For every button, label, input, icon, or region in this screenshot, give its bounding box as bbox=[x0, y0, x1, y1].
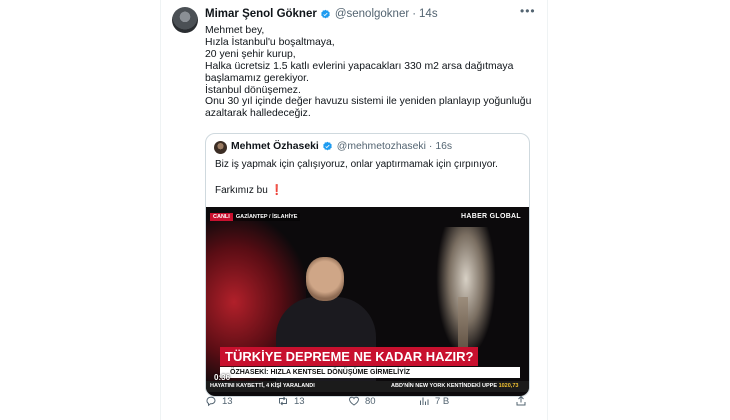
separator-dot: · bbox=[412, 8, 417, 20]
ticker-left-text: HAYATINI KAYBETTİ, 4 KİŞİ YARALANDI bbox=[210, 383, 315, 389]
news-subheadline: ÖZHASEKİ: HIZLA KENTSEL DÖNÜŞÜME GİRMELİ… bbox=[220, 367, 520, 378]
author-handle[interactable]: @senolgokner bbox=[335, 8, 409, 20]
quoted-author-name: Mehmet Özhaseki bbox=[231, 141, 319, 152]
tweet-line: başlamamız gerekiyor. bbox=[205, 72, 309, 84]
ticker-value: 1020,73 bbox=[498, 383, 519, 389]
quoted-tweet-header: Mehmet Özhaseki @mehmetozhaseki · 16s bbox=[231, 141, 452, 152]
views-chart-icon bbox=[420, 397, 429, 405]
like-count: 80 bbox=[365, 395, 376, 407]
tweet-line: Onu 30 yıl içinde değer havuzu sistemi i… bbox=[205, 96, 532, 108]
tweet-line: azaltarak halledeceğiz. bbox=[205, 108, 311, 120]
quoted-tweet[interactable]: Mehmet Özhaseki @mehmetozhaseki · 16s Bi… bbox=[205, 133, 530, 397]
ticker-right-text: ABD'NİN NEW YORK KENTİNDEKİ UPPE bbox=[391, 383, 498, 389]
retweet-count: 13 bbox=[294, 395, 305, 407]
reply-icon bbox=[206, 396, 216, 407]
retweet-icon bbox=[279, 396, 287, 406]
share-button[interactable] bbox=[515, 395, 532, 407]
views-button[interactable]: 7 B bbox=[418, 395, 449, 407]
live-label: CANLI bbox=[210, 213, 233, 221]
location-label: GAZİANTEP / İSLAHİYE bbox=[232, 213, 301, 221]
tweet-time[interactable]: 14s bbox=[419, 8, 438, 20]
author-avatar[interactable] bbox=[172, 7, 198, 33]
ticker-right: ABD'NİN NEW YORK KENTİNDEKİ UPPE 1020,73 bbox=[391, 383, 518, 389]
quoted-tweet-time: 16s bbox=[435, 141, 453, 152]
verified-badge-icon bbox=[322, 141, 332, 151]
tweet-line: Mehmet bey, bbox=[205, 25, 265, 36]
video-player[interactable]: CANLI GAZİANTEP / İSLAHİYE HABER GLOBAL … bbox=[206, 207, 529, 396]
quoted-author-avatar bbox=[214, 141, 227, 154]
tweet-line: Halka ücretsiz 1.5 katlı evlerini yapaca… bbox=[205, 60, 514, 72]
more-options-icon[interactable]: ••• bbox=[520, 4, 536, 18]
channel-logo: HABER GLOBAL bbox=[461, 213, 521, 220]
reply-button[interactable]: 13 bbox=[205, 395, 233, 407]
news-headline: TÜRKİYE DEPREME NE KADAR HAZIR? bbox=[220, 347, 479, 366]
share-icon bbox=[516, 395, 526, 406]
exclamation-emoji-icon: ❗ bbox=[270, 185, 284, 196]
video-timecode: 0:36 bbox=[214, 373, 231, 382]
quoted-author-handle: @mehmetozhaseki bbox=[336, 141, 426, 152]
speaker-head bbox=[306, 257, 344, 301]
news-ticker: HAYATINI KAYBETTİ, 4 KİŞİ YARALANDI ABD'… bbox=[206, 381, 529, 392]
tweet-line: İstanbul dönüşemez. bbox=[205, 84, 301, 96]
quoted-tweet-text-2-label: Farkımız bu bbox=[215, 185, 268, 196]
quoted-tweet-text-2: Farkımız bu ❗ bbox=[215, 185, 283, 197]
separator-dot: · bbox=[428, 141, 433, 152]
tweet-line: 20 yeni şehir kurup, bbox=[205, 48, 296, 60]
quoted-tweet-text: Biz iş yapmak için çalışıyoruz, onlar ya… bbox=[215, 159, 498, 170]
tweet-text: Mehmet bey, Hızla İstanbul'u boşaltmaya,… bbox=[205, 25, 535, 120]
heart-icon bbox=[349, 396, 359, 406]
tweet-header: Mimar Şenol Gökner @senolgokner · 14s bbox=[205, 8, 438, 20]
reply-count: 13 bbox=[222, 395, 233, 407]
live-badge: CANLI GAZİANTEP / İSLAHİYE bbox=[210, 213, 301, 221]
author-name[interactable]: Mimar Şenol Gökner bbox=[205, 8, 317, 20]
retweet-button[interactable]: 13 bbox=[277, 395, 305, 407]
views-count: 7 B bbox=[435, 395, 450, 407]
like-button[interactable]: 80 bbox=[348, 395, 376, 407]
tweet-line: Hızla İstanbul'u boşaltmaya, bbox=[205, 36, 335, 48]
verified-badge-icon bbox=[320, 9, 330, 18]
